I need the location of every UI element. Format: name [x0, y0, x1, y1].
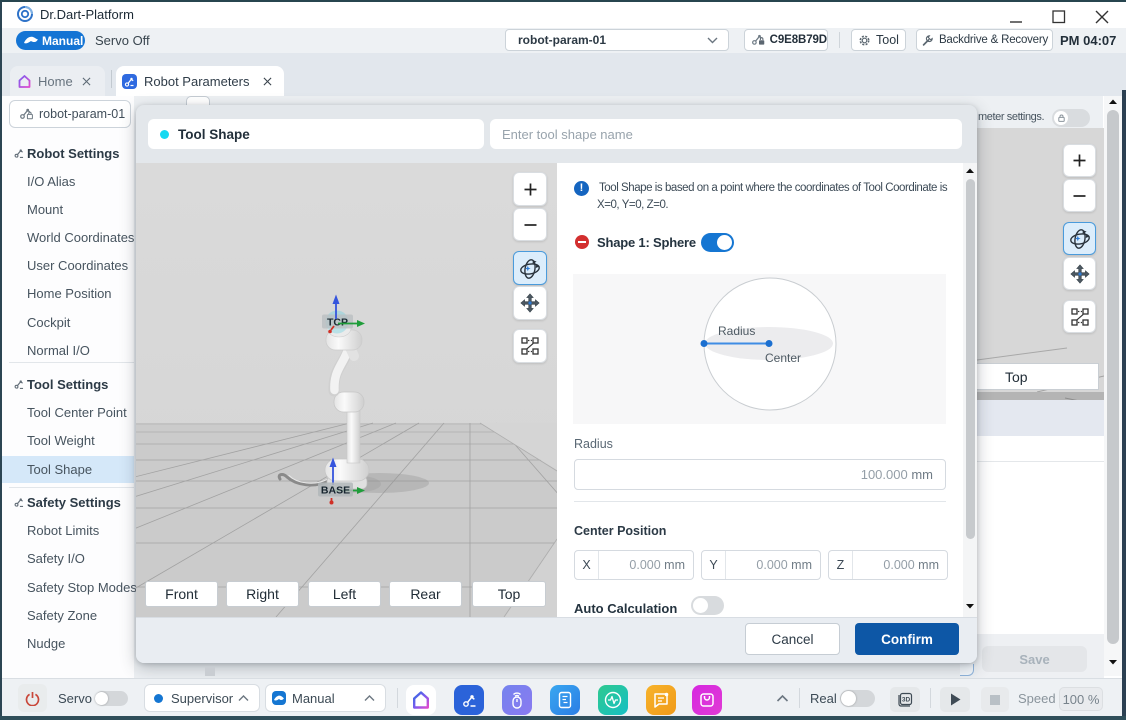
svg-text:TCP: TCP: [327, 317, 348, 329]
svg-text:Radius: Radius: [718, 324, 755, 338]
svg-text:BASE: BASE: [321, 485, 350, 497]
svg-text:3D: 3D: [902, 697, 911, 704]
svg-text:Center: Center: [765, 351, 801, 365]
